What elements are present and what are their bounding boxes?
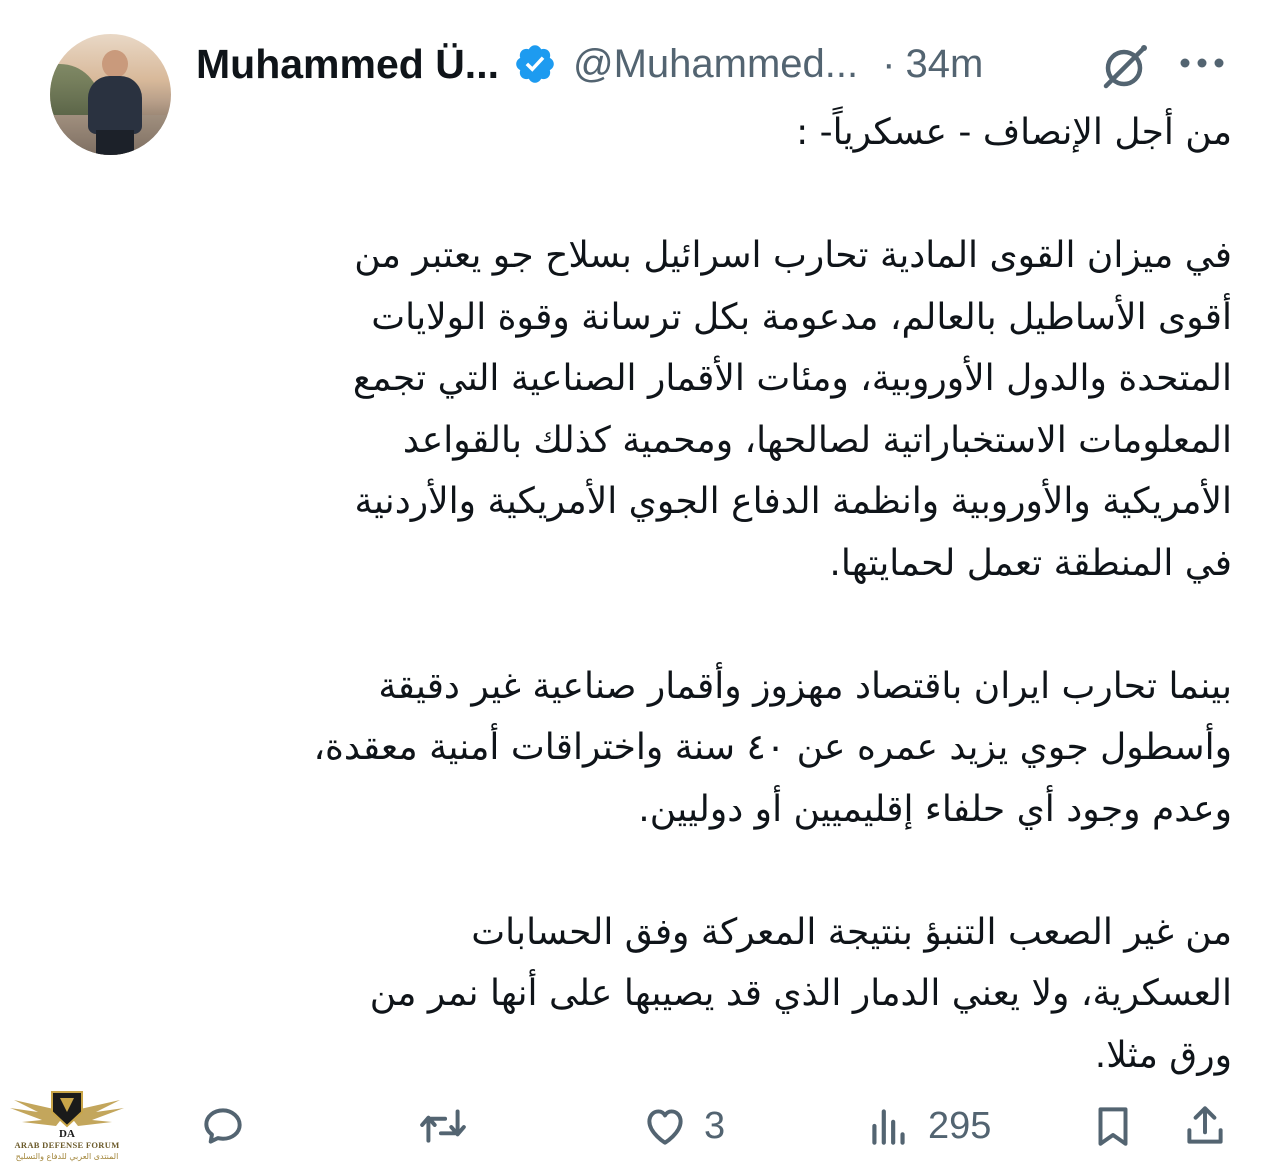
avatar[interactable] [50, 34, 171, 155]
like-button[interactable]: 3 [640, 1095, 725, 1157]
like-count: 3 [704, 1104, 726, 1147]
views-button[interactable]: 295 [864, 1095, 991, 1157]
bookmark-button[interactable] [1088, 1095, 1138, 1157]
tweet-line: من أجل الإنصاف - عسكرياً- : [796, 112, 1232, 153]
handle[interactable]: @Muhammed... [573, 42, 858, 87]
tweet-line: العسكرية، ولا يعني الدمار الذي قد يصيبها… [369, 973, 1232, 1014]
tweet-line: في ميزان القوى المادية تحارب اسرائيل بسل… [354, 235, 1232, 276]
reply-button[interactable] [198, 1095, 248, 1157]
tweet-line: أقوى الأساطيل بالعالم، مدعومة بكل ترسانة… [371, 296, 1232, 338]
share-icon [1187, 1106, 1223, 1144]
views-count: 295 [928, 1104, 992, 1147]
tweet[interactable]: Muhammed Ü... @Muhammed... · 34m من أجل … [0, 0, 1284, 1175]
verified-badge-icon[interactable] [513, 42, 557, 86]
grok-icon[interactable] [1098, 40, 1152, 94]
watermark-line1: ARAB DEFENSE FORUM [14, 1140, 120, 1150]
share-button[interactable] [1180, 1095, 1230, 1157]
timestamp[interactable]: 34m [905, 42, 983, 87]
tweet-line: الأمريكية والأوروبية وانظمة الدفاع الجوي… [354, 481, 1232, 522]
tweet-text: من أجل الإنصاف - عسكرياً- : في ميزان الق… [200, 102, 1232, 1086]
tweet-line: ورق مثلا. [1094, 1034, 1232, 1076]
display-name[interactable]: Muhammed Ü... [196, 41, 499, 88]
tweet-line: وأسطول جوي يزيد عمره عن ٤٠ سنة واختراقات… [313, 727, 1232, 768]
tweet-line: المتحدة والدول الأوروبية، ومئات الأقمار … [352, 358, 1232, 399]
retweet-button[interactable] [418, 1095, 468, 1157]
like-icon [647, 1109, 683, 1145]
tweet-header: Muhammed Ü... @Muhammed... · 34m [196, 36, 983, 92]
watermark-line2: المنتدى العربي للدفاع والتسليح [15, 1152, 119, 1161]
reply-icon [204, 1108, 242, 1144]
logo-monogram: DA [59, 1128, 75, 1140]
views-icon [872, 1109, 905, 1145]
action-bar: 3 295 [0, 1095, 1284, 1157]
tweet-line: في المنطقة تعمل لحمايتها. [829, 542, 1232, 584]
forum-logo-icon: DA [10, 1091, 124, 1140]
tweet-line: وعدم وجود أي حلفاء إقليميين أو دوليين. [638, 788, 1232, 830]
tweet-line: بينما تحارب ايران باقتصاد مهزوز وأقمار ص… [378, 665, 1232, 707]
more-icon[interactable] [1178, 48, 1226, 78]
separator-dot: · [882, 41, 896, 86]
retweet-icon [420, 1109, 466, 1143]
watermark-logo: DA ARAB DEFENSE FORUM المنتدى العربي للد… [8, 1082, 126, 1172]
tweet-line: المعلومات الاستخباراتية لصالحها، ومحمية … [402, 419, 1232, 461]
tweet-line: من غير الصعب التنبؤ بنتيجة المعركة وفق ا… [471, 911, 1232, 953]
bookmark-icon [1098, 1107, 1128, 1146]
